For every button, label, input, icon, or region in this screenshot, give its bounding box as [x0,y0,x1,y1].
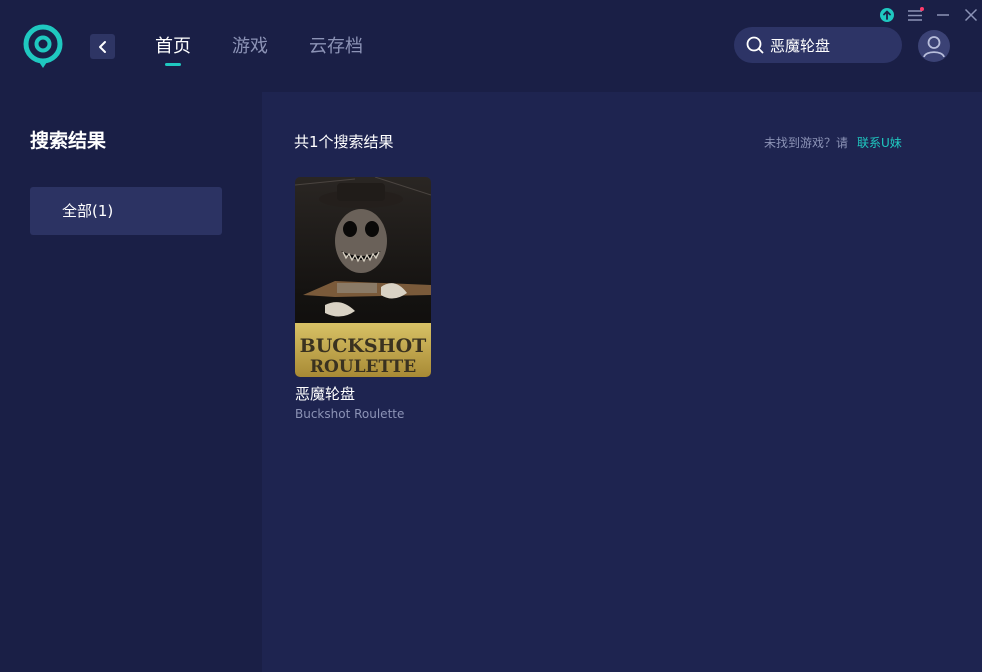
back-button[interactable] [90,34,115,59]
minimize-button[interactable] [934,6,952,24]
sidebar-title: 搜索结果 [30,130,107,152]
not-found-text: 未找到游戏？请 [764,136,849,150]
search-input[interactable] [770,36,890,54]
top-bar: 首页 游戏 云存档 [0,0,982,92]
filter-all[interactable]: 全部(1) [30,187,222,235]
upgrade-icon [880,8,894,22]
search-icon[interactable] [745,35,765,55]
tab-games[interactable]: 游戏 [232,34,268,62]
chevron-left-icon [98,40,106,53]
search-box[interactable] [734,27,902,63]
menu-button[interactable] [906,6,924,24]
tab-home[interactable]: 首页 [155,34,191,66]
main-content: 共1个搜索结果 未找到游戏？请 联系U妹 BUCKSHOT ROULETTE 恶… [262,92,982,672]
game-title[interactable]: 恶魔轮盘 [295,383,431,404]
sidebar: 搜索结果 全部(1) [0,92,262,672]
user-icon [923,36,945,58]
main-nav: 首页 游戏 云存档 [155,34,363,66]
app-logo[interactable] [22,24,64,70]
cover-title-line1: BUCKSHOT [300,335,427,357]
upgrade-button[interactable] [878,6,896,24]
tab-cloud-save[interactable]: 云存档 [309,34,363,62]
cover-title-line2: ROULETTE [310,357,416,377]
game-subtitle: Buckshot Roulette [295,407,405,421]
avatar[interactable] [918,30,950,62]
result-count: 共1个搜索结果 [294,133,394,151]
minimize-icon [937,14,949,16]
notification-dot [920,7,924,11]
game-card[interactable]: BUCKSHOT ROULETTE 恶魔轮盘 Buckshot Roulette [295,177,431,421]
window-controls [878,6,980,24]
game-cover[interactable]: BUCKSHOT ROULETTE [295,177,431,377]
close-button[interactable] [962,6,980,24]
contact-link[interactable]: 联系U妹 [857,134,902,151]
close-icon [964,8,978,22]
